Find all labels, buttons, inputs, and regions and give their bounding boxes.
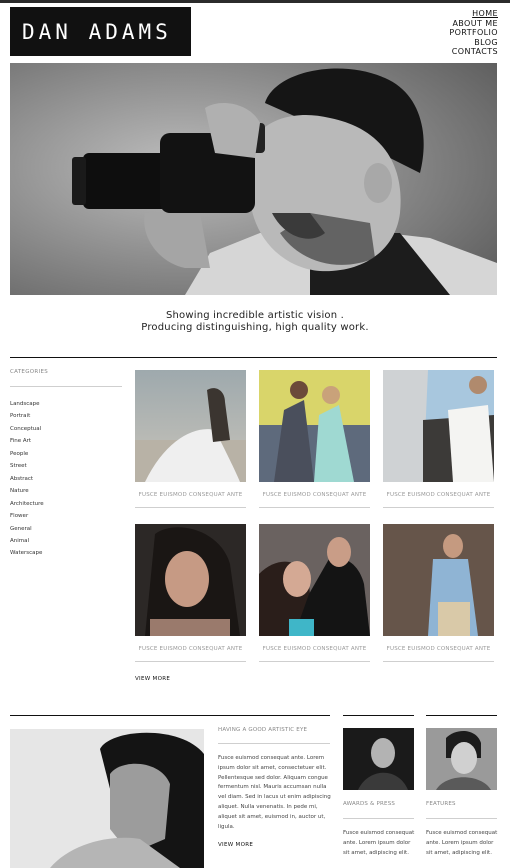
category-link[interactable]: Flower [10,510,44,522]
hero-image [10,63,497,295]
category-link[interactable]: Landscape [10,398,44,410]
nav-home[interactable]: HOME [449,9,498,19]
nav-blog[interactable]: BLOG [449,38,498,48]
awards-text: Fusce euismod consequat ante. Lorem ipsu… [343,830,415,856]
category-link[interactable]: Architecture [10,498,44,510]
category-link[interactable]: Conceptual [10,423,44,435]
gallery-caption: FUSCE EUISMOD CONSEQUAT ANTE [138,492,243,498]
gallery-photo[interactable] [135,370,246,482]
category-link[interactable]: Fine Art [10,435,44,447]
category-link[interactable]: People [10,448,44,460]
gallery-divider [135,661,246,662]
gallery-view-more-link[interactable]: VIEW MORE [135,676,170,682]
gallery-caption: FUSCE EUISMOD CONSEQUAT ANTE [138,646,243,652]
category-link[interactable]: Nature [10,485,44,497]
section-divider [10,357,497,358]
gallery-photo[interactable] [259,370,370,482]
category-link[interactable]: Street [10,460,44,472]
awards-title-divider [343,818,414,819]
category-link[interactable]: Animal [10,535,44,547]
gallery-photo[interactable] [383,524,494,636]
awards-divider [343,715,414,716]
gallery-divider [383,507,494,508]
about-text: Fusce euismod consequat ante. Lorem ipsu… [218,755,331,830]
gallery-divider [383,661,494,662]
about-view-more-link[interactable]: VIEW MORE [218,842,253,848]
nav-contacts[interactable]: CONTACTS [449,47,498,57]
gallery-caption: FUSCE EUISMOD CONSEQUAT ANTE [262,492,367,498]
gallery-caption: FUSCE EUISMOD CONSEQUAT ANTE [262,646,367,652]
about-divider [10,715,330,716]
gallery-divider [259,507,370,508]
gallery-divider [135,507,246,508]
gallery-photo[interactable] [135,524,246,636]
features-divider [426,715,497,716]
about-title-divider [218,743,330,744]
top-border [0,0,510,3]
features-photo [426,728,497,790]
gallery-photo[interactable] [383,370,494,482]
nav-about-me[interactable]: ABOUT ME [449,19,498,29]
logo-text: DAN ADAMS [22,19,172,44]
about-photo [10,729,204,868]
tagline-line-2: Producing distinguishing, high quality w… [141,322,369,333]
gallery-photo[interactable] [259,524,370,636]
nav-portfolio[interactable]: PORTFOLIO [449,28,498,38]
features-text: Fusce euismod consequat ante. Lorem ipsu… [426,830,498,856]
categories-divider [10,386,122,387]
features-title: FEATURES [426,801,456,807]
categories-list: Landscape Portrait Conceptual Fine Art P… [10,398,44,560]
tagline-line-1: Showing incredible artistic vision . [165,310,345,321]
category-link[interactable]: Abstract [10,473,44,485]
gallery-divider [259,661,370,662]
main-nav: HOME ABOUT ME PORTFOLIO BLOG CONTACTS [449,9,498,57]
gallery-caption: FUSCE EUISMOD CONSEQUAT ANTE [386,646,491,652]
category-link[interactable]: Portrait [10,410,44,422]
awards-title: AWARDS & PRESS [343,801,396,807]
category-link[interactable]: General [10,523,44,535]
awards-photo [343,728,414,790]
about-title: HAVING A GOOD ARTISTIC EYE [218,727,308,733]
site-logo[interactable]: DAN ADAMS [10,7,191,56]
gallery-caption: FUSCE EUISMOD CONSEQUAT ANTE [386,492,491,498]
features-title-divider [426,818,497,819]
category-link[interactable]: Waterscape [10,547,44,559]
categories-title: CATEGORIES [10,369,49,375]
